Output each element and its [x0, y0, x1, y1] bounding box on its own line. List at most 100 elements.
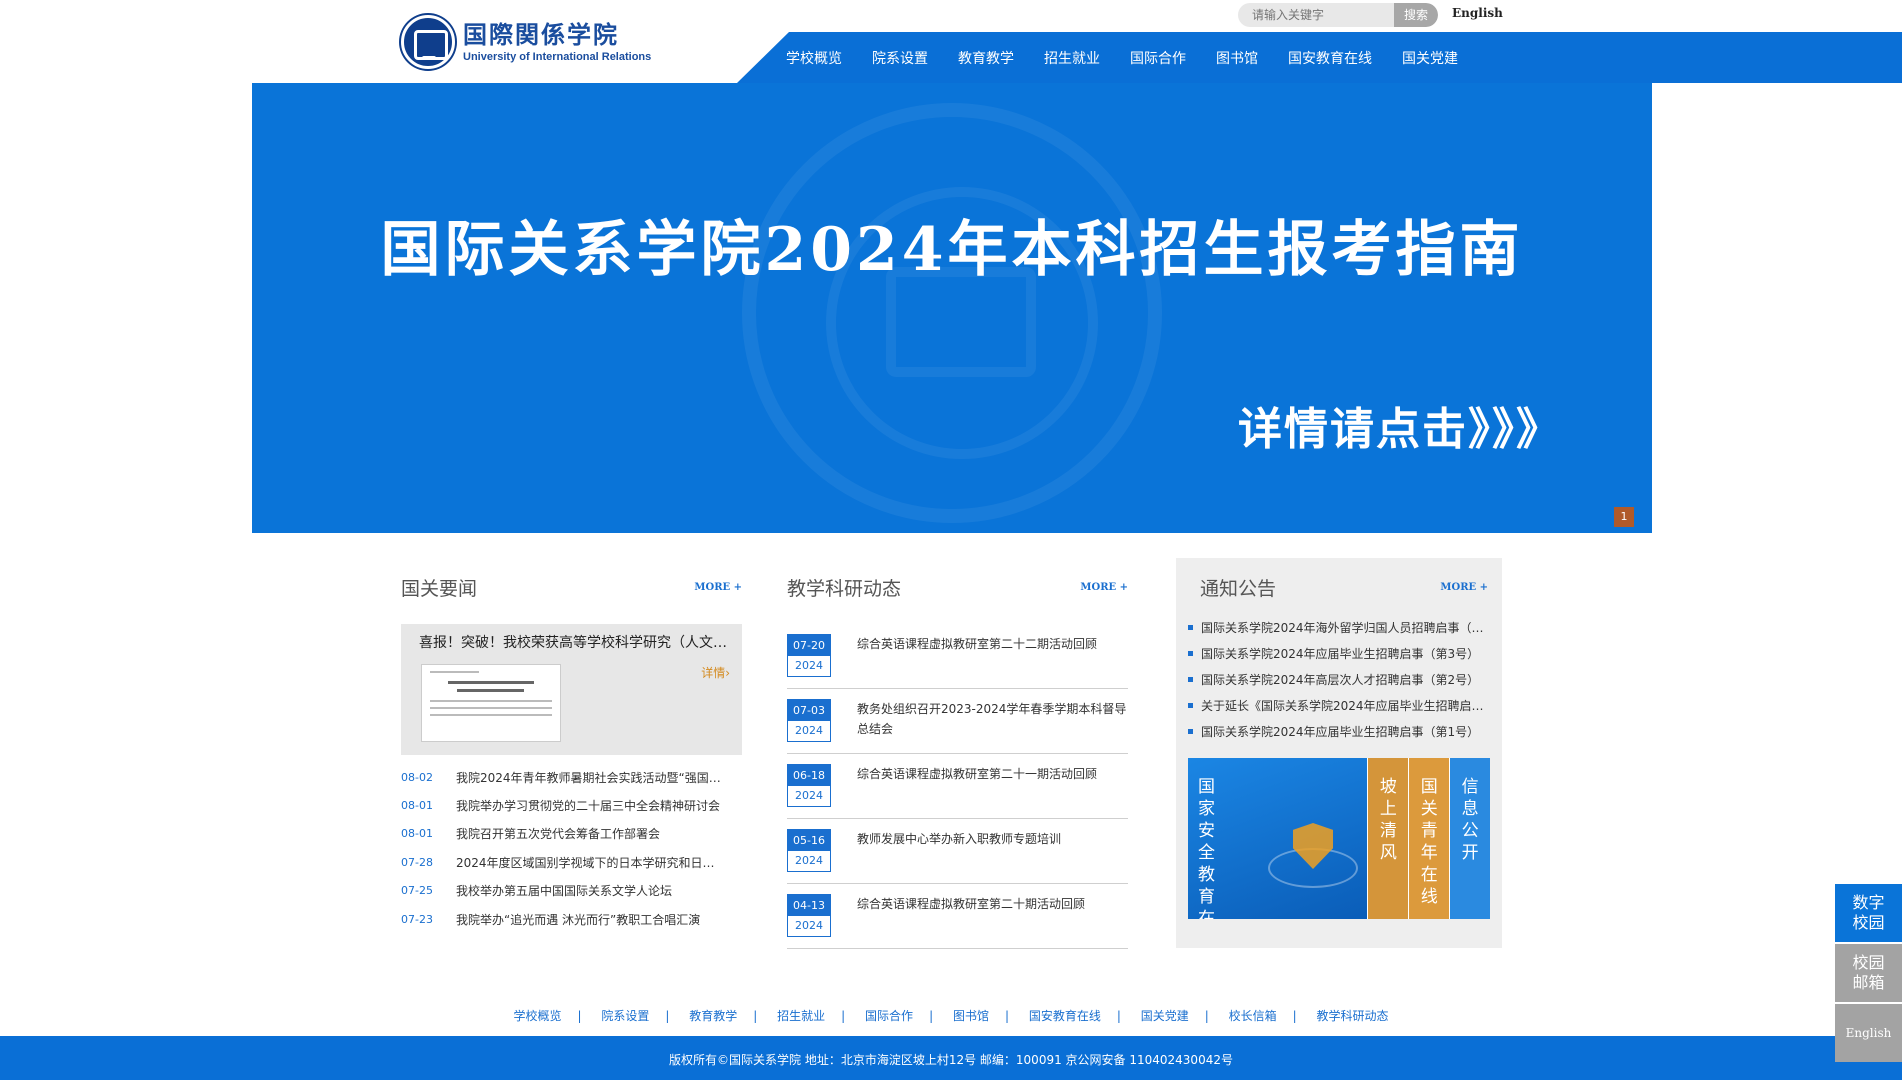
- notice-title[interactable]: 关于延长《国际关系学院2024年应届毕业生招聘启事（第1号）》报名时间的通知: [1201, 697, 1489, 714]
- research-more-link[interactable]: MORE +: [1080, 582, 1128, 593]
- news-more-link[interactable]: MORE +: [694, 582, 742, 593]
- list-item[interactable]: 07-23 我院举办“追光而遇 沐光而行”教职工合唱汇演: [401, 905, 742, 933]
- site-logo[interactable]: 国際関係学院 University of International Relat…: [401, 13, 661, 71]
- notice-section: 通知公告 MORE + 国际关系学院2024年海外留学归国人员招聘启事（第2号）…: [1176, 558, 1502, 948]
- footer-link[interactable]: 教学科研动态: [1317, 1009, 1389, 1023]
- footer-link[interactable]: 教育教学: [689, 1009, 737, 1023]
- footer-link[interactable]: 国际合作: [865, 1009, 913, 1023]
- news-date: 07-28: [401, 855, 433, 869]
- bullet-icon: [1188, 728, 1193, 734]
- nav-item-admissions[interactable]: 招生就业: [1044, 48, 1100, 68]
- bullet-icon: [1188, 676, 1193, 682]
- list-item[interactable]: 04-13 2024 综合英语课程虚拟教研室第二十期活动回顾: [787, 884, 1128, 949]
- nav-item-party[interactable]: 国关党建: [1402, 48, 1458, 68]
- news-section: 国关要闻 MORE + 喜报！突破！我校荣获高等学校科学研究（人文社会科学）优秀…: [401, 572, 742, 933]
- list-item[interactable]: 关于延长《国际关系学院2024年应届毕业生招聘启事（第1号）》报名时间的通知: [1188, 692, 1490, 718]
- news-date: 08-01: [401, 799, 433, 813]
- news-title[interactable]: 我院召开第五次党代会筹备工作部署会: [456, 825, 726, 842]
- search-button[interactable]: 搜索: [1394, 3, 1438, 27]
- footer-link[interactable]: 院系设置: [601, 1009, 649, 1023]
- news-list: 08-02 我院2024年青年教师暑期社会实践活动暨“强国有我”…… 08-01 我…: [401, 763, 742, 933]
- date-box: 07-20 2024: [787, 634, 831, 677]
- featured-news-thumbnail[interactable]: [421, 664, 561, 742]
- footer-link[interactable]: 国关党建: [1141, 1009, 1189, 1023]
- bullet-icon: [1188, 650, 1193, 656]
- news-title[interactable]: 我院举办“追光而遇 沐光而行”教职工合唱汇演: [456, 911, 726, 928]
- notice-list: 国际关系学院2024年海外留学归国人员招聘启事（第2号） 国际关系学院2024年…: [1188, 614, 1490, 744]
- notice-title[interactable]: 国际关系学院2024年应届毕业生招聘启事（第3号）: [1201, 645, 1489, 662]
- list-item[interactable]: 08-01 我院召开第五次党代会筹备工作部署会: [401, 820, 742, 848]
- footer-link[interactable]: 图书馆: [953, 1009, 989, 1023]
- hero-banner[interactable]: 国际关系学院2024年本科招生报考指南 详情请点击》》》 1: [252, 83, 1652, 533]
- date-box: 05-16 2024: [787, 829, 831, 872]
- list-item[interactable]: 06-18 2024 综合英语课程虚拟教研室第二十一期活动回顾: [787, 754, 1128, 819]
- news-date: 07-23: [401, 912, 433, 926]
- list-item[interactable]: 05-16 2024 教师发展中心举办新入职教师专题培训: [787, 819, 1128, 884]
- date-box: 04-13 2024: [787, 894, 831, 937]
- english-site-button[interactable]: English: [1835, 1004, 1902, 1062]
- list-item[interactable]: 07-28 2024年度区域国别学视域下的日本学研究和日语教育研讨会: [401, 848, 742, 876]
- footer-link[interactable]: 国安教育在线: [1029, 1009, 1101, 1023]
- nav-item-overview[interactable]: 学校概览: [786, 48, 842, 68]
- tile-youth-online[interactable]: 国关青年在线: [1409, 758, 1450, 919]
- news-date: 08-02: [401, 770, 433, 784]
- section-title: 教学科研动态: [787, 577, 902, 600]
- news-date: 07-25: [401, 884, 433, 898]
- side-float-menu: 数字校园 校园邮箱 English: [1835, 884, 1902, 1062]
- tile-podium-wind[interactable]: 坡上清风: [1368, 758, 1409, 919]
- news-title[interactable]: 2024年度区域国别学视域下的日本学研究和日语教育研讨会: [456, 854, 726, 871]
- logo-name-en: University of International Relations: [463, 51, 652, 63]
- main-nav: 学校概览 院系设置 教育教学 招生就业 国际合作 图书馆 国安教育在线 国关党建: [786, 32, 1488, 83]
- news-title[interactable]: 我校举办第五届中国国际关系文学人论坛: [456, 882, 726, 899]
- campus-mail-button[interactable]: 校园邮箱: [1835, 944, 1902, 1002]
- nav-item-library[interactable]: 图书馆: [1216, 48, 1258, 68]
- search-box: 搜索: [1238, 3, 1438, 27]
- footer-copyright: 版权所有©国际关系学院 地址：北京市海淀区坡上村12号 邮编：100091 京公…: [0, 1036, 1902, 1080]
- footer-links: 学校概览 | 院系设置 | 教育教学 | 招生就业 | 国际合作 | 图书馆 | 国安教育在…: [513, 1009, 1389, 1023]
- nav-item-security-edu[interactable]: 国安教育在线: [1288, 48, 1372, 68]
- research-title[interactable]: 综合英语课程虚拟教研室第二十一期活动回顾: [857, 764, 1132, 784]
- banner-cta[interactable]: 详情请点击》》》: [1238, 393, 1562, 457]
- banner-title: 国际关系学院2024年本科招生报考指南: [380, 215, 1524, 285]
- logo-name-cn: 国際関係学院: [463, 20, 619, 49]
- notice-title[interactable]: 国际关系学院2024年应届毕业生招聘启事（第1号）: [1201, 723, 1489, 740]
- search-input[interactable]: [1246, 3, 1396, 27]
- list-item[interactable]: 07-25 我校举办第五届中国国际关系文学人论坛: [401, 877, 742, 905]
- featured-news[interactable]: 喜报！突破！我校荣获高等学校科学研究（人文社会科学）优秀成果奖 详情›: [401, 624, 742, 755]
- list-item[interactable]: 08-01 我院举办学习贯彻党的二十届三中全会精神研讨会: [401, 791, 742, 819]
- research-title[interactable]: 教师发展中心举办新入职教师专题培训: [857, 829, 1132, 849]
- nav-item-education[interactable]: 教育教学: [958, 48, 1014, 68]
- research-title[interactable]: 综合英语课程虚拟教研室第二十二期活动回顾: [857, 634, 1132, 654]
- list-item[interactable]: 07-20 2024 综合英语课程虚拟教研室第二十二期活动回顾: [787, 624, 1128, 689]
- list-item[interactable]: 08-02 我院2024年青年教师暑期社会实践活动暨“强国有我”……: [401, 763, 742, 791]
- logo-seal-icon: [401, 15, 455, 69]
- section-title: 通知公告: [1200, 577, 1277, 600]
- news-date: 08-01: [401, 827, 433, 841]
- footer-link[interactable]: 学校概览: [513, 1009, 561, 1023]
- research-title[interactable]: 教务处组织召开2023-2024学年春季学期本科督导总结会: [857, 699, 1132, 739]
- footer-link[interactable]: 校长信箱: [1229, 1009, 1277, 1023]
- notice-title[interactable]: 国际关系学院2024年海外留学归国人员招聘启事（第2号）: [1201, 619, 1489, 636]
- nav-item-departments[interactable]: 院系设置: [872, 48, 928, 68]
- research-title[interactable]: 综合英语课程虚拟教研室第二十期活动回顾: [857, 894, 1132, 914]
- list-item[interactable]: 国际关系学院2024年应届毕业生招聘启事（第1号）: [1188, 718, 1490, 744]
- list-item[interactable]: 国际关系学院2024年高层次人才招聘启事（第2号）: [1188, 666, 1490, 692]
- news-title[interactable]: 我院2024年青年教师暑期社会实践活动暨“强国有我”……: [456, 769, 726, 786]
- news-title[interactable]: 我院举办学习贯彻党的二十届三中全会精神研讨会: [456, 797, 726, 814]
- english-link[interactable]: English: [1452, 6, 1503, 20]
- list-item[interactable]: 国际关系学院2024年海外留学归国人员招聘启事（第2号）: [1188, 614, 1490, 640]
- date-box: 06-18 2024: [787, 764, 831, 807]
- list-item[interactable]: 07-03 2024 教务处组织召开2023-2024学年春季学期本科督导总结会: [787, 689, 1128, 754]
- footer-link[interactable]: 招生就业: [777, 1009, 825, 1023]
- list-item[interactable]: 国际关系学院2024年应届毕业生招聘启事（第3号）: [1188, 640, 1490, 666]
- tile-security-education[interactable]: 国家安全教育在线: [1188, 758, 1368, 919]
- notice-more-link[interactable]: MORE +: [1440, 582, 1488, 593]
- featured-news-title[interactable]: 喜报！突破！我校荣获高等学校科学研究（人文社会科学）优秀成果奖: [419, 632, 729, 652]
- tile-info-disclosure[interactable]: 信息公开: [1450, 758, 1491, 919]
- nav-item-international[interactable]: 国际合作: [1130, 48, 1186, 68]
- featured-news-detail-link[interactable]: 详情›: [701, 664, 730, 681]
- banner-page-indicator[interactable]: 1: [1614, 507, 1634, 527]
- notice-title[interactable]: 国际关系学院2024年高层次人才招聘启事（第2号）: [1201, 671, 1489, 688]
- site-header: 国際関係学院 University of International Relat…: [0, 0, 1902, 83]
- digital-campus-button[interactable]: 数字校园: [1835, 884, 1902, 942]
